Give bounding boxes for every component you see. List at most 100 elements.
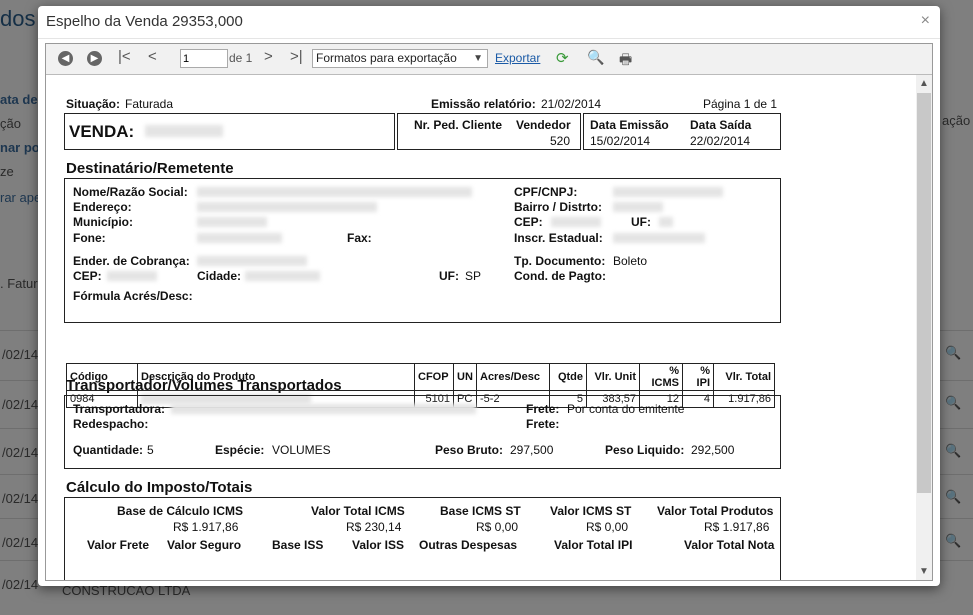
redacted-value xyxy=(197,202,377,212)
last-page-icon[interactable]: >| xyxy=(290,48,303,65)
scroll-thumb[interactable] xyxy=(917,93,931,493)
tp-doc-value: Boleto xyxy=(613,254,648,268)
valor-ipi-label: Valor Total IPI xyxy=(554,538,633,552)
dialog-title: Espelho da Venda 29353,000 xyxy=(46,13,243,30)
transportador-box: Transportadora: Redespacho: Frete: Por c… xyxy=(64,395,781,469)
col-acres-desc: Acres/Desc xyxy=(476,363,550,391)
export-link[interactable]: Exportar xyxy=(495,51,540,65)
data-emissao-label: Data Emissão xyxy=(590,118,669,132)
col-vlr-unit: Vlr. Unit xyxy=(586,363,640,391)
col-qtde: Qtde xyxy=(549,363,587,391)
page-count: de 1 xyxy=(229,51,253,65)
cidade-label: Cidade: xyxy=(197,269,242,283)
redacted-value xyxy=(245,271,320,281)
valor-produtos-value: R$ 1.917,86 xyxy=(704,520,770,534)
data-emissao-value: 15/02/2014 xyxy=(590,134,651,148)
report-page: Situação: Faturada Emissão relatório: 21… xyxy=(46,75,916,580)
redacted-value xyxy=(197,256,307,266)
vendedor-label: Vendedor xyxy=(516,118,571,132)
report-viewer: ◀ ▶ |< < de 1 > >| Formatos para exporta… xyxy=(45,43,933,581)
cep-label: CEP: xyxy=(514,215,543,229)
page-number-input[interactable] xyxy=(180,49,228,68)
emissao-relatorio-label: Emissão relatório: xyxy=(431,97,536,111)
base-icms-value: R$ 1.917,86 xyxy=(173,520,239,534)
cep2-label: CEP: xyxy=(73,269,102,283)
base-st-label: Base ICMS ST xyxy=(440,504,521,518)
redacted-value xyxy=(197,233,282,243)
col-vlr-total: Vlr. Total xyxy=(713,363,775,391)
emissao-relatorio-value: 21/02/2014 xyxy=(541,97,602,111)
col-icms: % ICMS xyxy=(639,363,683,391)
find-icon[interactable]: 🔍 xyxy=(587,49,604,66)
scroll-up-icon[interactable]: ▲ xyxy=(919,78,929,89)
sale-mirror-dialog: Espelho da Venda 29353,000 × ◀ ▶ |< < de… xyxy=(38,6,940,586)
ender-cobranca-label: Ender. de Cobrança: xyxy=(73,254,190,268)
col-un: UN xyxy=(453,363,477,391)
page-indicator: Página 1 de 1 xyxy=(703,97,778,111)
redacted-value xyxy=(145,125,223,137)
back-icon[interactable]: ◀ xyxy=(58,51,73,66)
quantidade-value: 5 xyxy=(147,443,154,457)
municipio-label: Município: xyxy=(73,215,133,229)
prev-page-icon[interactable]: < xyxy=(148,48,157,65)
valor-st-label: Valor ICMS ST xyxy=(550,504,632,518)
destinatario-box: Nome/Razão Social: Endereço: Município: … xyxy=(64,178,781,323)
endereco-label: Endereço: xyxy=(73,200,132,214)
pedido-box: Nr. Ped. Cliente Vendedor 520 xyxy=(397,113,581,150)
tp-doc-label: Tp. Documento: xyxy=(514,254,606,268)
frete-label: Frete: xyxy=(526,417,560,431)
next-page-icon[interactable]: > xyxy=(264,48,273,65)
datas-box: Data Emissão 15/02/2014 Data Saída 22/02… xyxy=(583,113,781,150)
totais-box: Base de Cálculo ICMS R$ 1.917,86 Valor T… xyxy=(64,497,781,580)
uf2-label: UF: xyxy=(439,269,459,283)
transportadora-label: Transportadora: xyxy=(73,402,166,416)
redacted-value xyxy=(613,187,723,197)
outras-despesas-label: Outras Despesas xyxy=(419,538,518,552)
peso-bruto-label: Peso Bruto: xyxy=(435,443,504,457)
dialog-header: Espelho da Venda 29353,000 × xyxy=(38,6,940,39)
base-st-value: R$ 0,00 xyxy=(476,520,519,534)
uf2-value: SP xyxy=(465,269,482,283)
base-iss-label: Base ISS xyxy=(272,538,324,552)
peso-liquido-label: Peso Liquido: xyxy=(605,443,685,457)
section-transportador: Transportador/Volumes Transportados xyxy=(66,377,342,394)
export-format-select[interactable]: Formatos para exportação ▼ xyxy=(312,49,488,68)
redacted-value xyxy=(171,404,476,414)
first-page-icon[interactable]: |< xyxy=(118,48,131,65)
redacted-value xyxy=(613,202,663,212)
valor-icms-label: Valor Total ICMS xyxy=(311,504,405,518)
nome-label: Nome/Razão Social: xyxy=(73,185,188,199)
situacao-value: Faturada xyxy=(125,97,174,111)
fone-label: Fone: xyxy=(73,231,106,245)
section-destinatario: Destinatário/Remetente xyxy=(66,160,234,177)
ie-label: Inscr. Estadual: xyxy=(514,231,603,245)
valor-produtos-label: Valor Total Produtos xyxy=(657,504,774,518)
cnpj-label: CPF/CNPJ: xyxy=(514,185,578,199)
venda-label: VENDA: xyxy=(69,122,135,141)
especie-label: Espécie: xyxy=(215,443,265,457)
valor-iss-label: Valor ISS xyxy=(352,538,405,552)
report-scrollbar[interactable]: ▲ ▼ xyxy=(916,75,932,580)
fax-label: Fax: xyxy=(347,231,372,245)
data-saida-label: Data Saída xyxy=(690,118,752,132)
valor-st-value: R$ 0,00 xyxy=(586,520,629,534)
valor-seguro-label: Valor Seguro xyxy=(167,538,242,552)
bairro-label: Bairro / Distrto: xyxy=(514,200,603,214)
valor-nota-label: Valor Total Nota xyxy=(684,538,775,552)
col-ipi: % IPI xyxy=(682,363,714,391)
peso-bruto-value: 297,500 xyxy=(510,443,554,457)
redacted-value xyxy=(197,187,472,197)
quantidade-label: Quantidade: xyxy=(73,443,144,457)
redacted-value xyxy=(197,217,267,227)
data-saida-value: 22/02/2014 xyxy=(690,134,751,148)
refresh-icon[interactable]: ⟳ xyxy=(556,49,569,67)
redespacho-label: Redespacho: xyxy=(73,417,149,431)
peso-liquido-value: 292,500 xyxy=(691,443,735,457)
vendedor-value: 520 xyxy=(550,134,571,148)
forward-icon[interactable]: ▶ xyxy=(87,51,102,66)
print-icon[interactable]: 🖶 xyxy=(619,49,632,73)
scroll-down-icon[interactable]: ▼ xyxy=(919,566,929,577)
formula-label: Fórmula Acrés/Desc: xyxy=(73,289,193,303)
close-icon[interactable]: × xyxy=(921,12,930,30)
situacao-label: Situação: xyxy=(66,97,121,111)
